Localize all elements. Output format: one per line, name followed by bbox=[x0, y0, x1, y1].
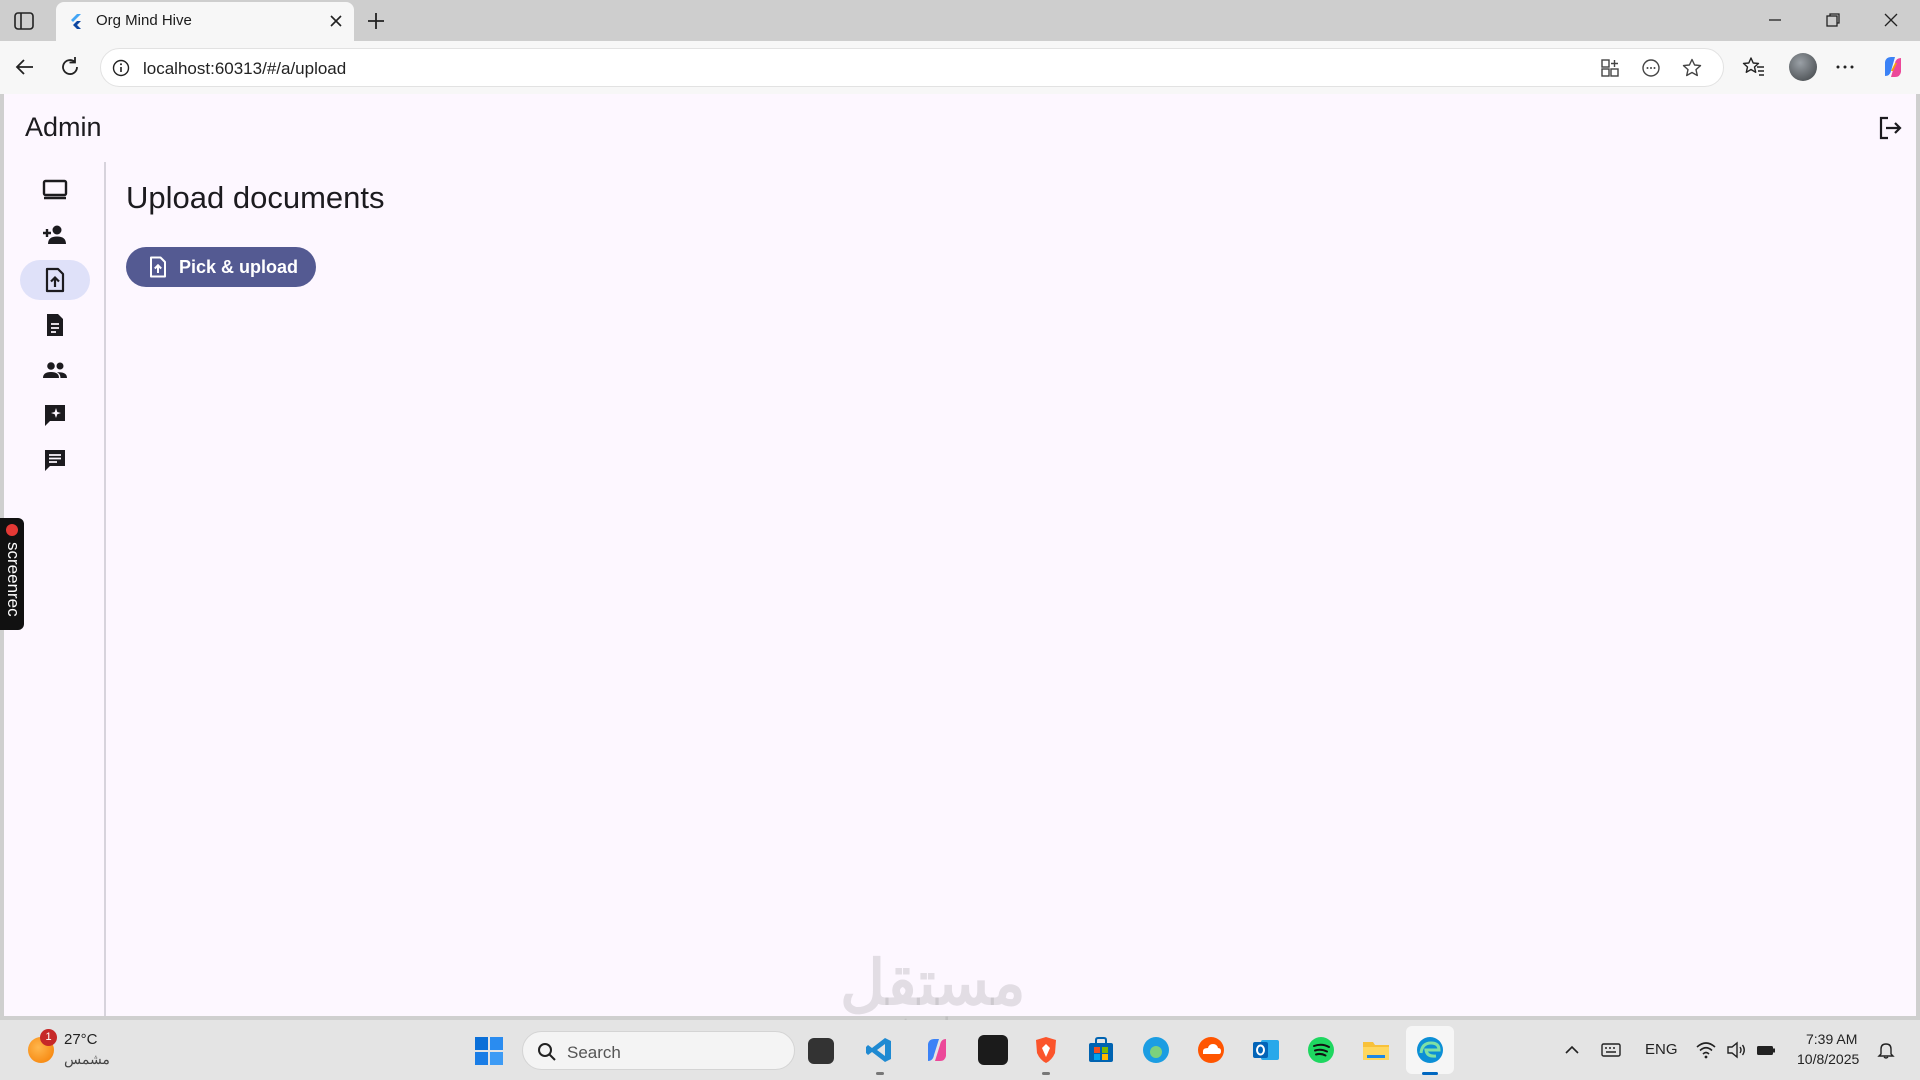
browser-tab[interactable]: Org Mind Hive bbox=[56, 2, 354, 41]
close-window-icon[interactable] bbox=[1879, 8, 1903, 32]
pick-upload-button[interactable]: Pick & upload bbox=[126, 247, 316, 287]
record-icon bbox=[6, 524, 18, 536]
battery-icon[interactable] bbox=[1756, 1040, 1776, 1060]
language-indicator[interactable]: ENG bbox=[1645, 1041, 1678, 1058]
notification-bell-icon[interactable] bbox=[1876, 1040, 1896, 1060]
favorites-icon[interactable] bbox=[1741, 54, 1767, 80]
rail-item-users[interactable] bbox=[20, 350, 90, 390]
app-title: Admin bbox=[25, 112, 102, 142]
search-icon bbox=[538, 1043, 556, 1061]
flutter-icon bbox=[71, 14, 81, 29]
weather-temperature[interactable]: 27°C bbox=[64, 1031, 98, 1048]
people-icon bbox=[43, 362, 67, 378]
wifi-icon[interactable] bbox=[1696, 1040, 1716, 1060]
site-info-icon[interactable] bbox=[111, 58, 131, 78]
screenrec-widget[interactable]: screenrec bbox=[0, 518, 24, 630]
file-explorer-icon[interactable] bbox=[1361, 1035, 1391, 1065]
page-title: Upload documents bbox=[126, 180, 385, 215]
rail-item-documents[interactable] bbox=[20, 305, 90, 345]
back-icon[interactable] bbox=[12, 54, 38, 80]
rail-item-ai-chat[interactable] bbox=[20, 395, 90, 435]
keyboard-icon[interactable] bbox=[1601, 1040, 1621, 1060]
person-add-icon bbox=[43, 225, 66, 244]
microsoft-store-icon[interactable] bbox=[1086, 1035, 1116, 1065]
more-options-circle-icon[interactable] bbox=[1640, 57, 1662, 79]
main-content: Upload documents Pick & upload bbox=[106, 162, 1916, 1016]
clock-date[interactable]: 10/8/2025 bbox=[1797, 1051, 1859, 1067]
screenrec-label: screenrec bbox=[4, 542, 23, 617]
browser-toolbar: localhost:60313/#/a/upload bbox=[0, 41, 1920, 94]
feedback-icon bbox=[45, 405, 65, 426]
browser-tab-bar: Org Mind Hive bbox=[0, 0, 1920, 41]
tab-title: Org Mind Hive bbox=[96, 12, 192, 29]
upload-file-icon bbox=[150, 256, 166, 278]
weather-notification-badge: 1 bbox=[40, 1029, 57, 1046]
close-icon[interactable] bbox=[328, 13, 344, 29]
running-indicator bbox=[876, 1072, 884, 1075]
copilot-app-icon[interactable] bbox=[922, 1035, 952, 1065]
edge-icon[interactable] bbox=[1415, 1035, 1445, 1065]
windows-taskbar: 1 27°C مشمس Search ENG 7:39 AM 10/8/2025 bbox=[0, 1020, 1920, 1080]
upload-file-icon bbox=[45, 267, 65, 293]
web-app: Admin Upload documents Pick & upload bbox=[4, 94, 1916, 1016]
spotify-icon[interactable] bbox=[1306, 1035, 1336, 1065]
task-view-icon[interactable] bbox=[808, 1038, 834, 1064]
search-placeholder: Search bbox=[567, 1043, 621, 1062]
new-tab-icon[interactable] bbox=[364, 9, 388, 33]
outlook-icon[interactable] bbox=[1251, 1035, 1281, 1065]
rail-item-add-user[interactable] bbox=[20, 215, 90, 255]
document-icon bbox=[47, 314, 63, 336]
monitor-icon bbox=[42, 179, 68, 200]
sidebar-toggle-icon[interactable] bbox=[13, 10, 35, 32]
edge-beta-icon[interactable] bbox=[1141, 1035, 1171, 1065]
app-available-icon[interactable] bbox=[1599, 57, 1621, 79]
chevron-up-icon[interactable] bbox=[1562, 1040, 1582, 1060]
minimize-icon[interactable] bbox=[1763, 8, 1787, 32]
rail-item-dashboard[interactable] bbox=[20, 170, 90, 210]
logout-icon[interactable] bbox=[1876, 114, 1904, 142]
pick-upload-label: Pick & upload bbox=[179, 257, 299, 277]
brave-icon[interactable] bbox=[1031, 1035, 1061, 1065]
volume-icon[interactable] bbox=[1726, 1040, 1746, 1060]
refresh-icon[interactable] bbox=[57, 54, 83, 80]
chat-icon bbox=[45, 450, 65, 471]
copilot-icon[interactable] bbox=[1880, 54, 1906, 80]
rail-item-upload[interactable] bbox=[20, 260, 90, 300]
watermark: مستقل bbox=[840, 949, 1026, 1018]
weather-condition[interactable]: مشمس bbox=[64, 1051, 110, 1068]
url-text[interactable]: localhost:60313/#/a/upload bbox=[143, 59, 346, 79]
running-indicator bbox=[1042, 1072, 1050, 1075]
app-bar: Admin bbox=[4, 94, 1916, 162]
profile-avatar[interactable] bbox=[1789, 53, 1817, 81]
favorite-star-icon[interactable] bbox=[1681, 57, 1703, 79]
rail-item-messages[interactable] bbox=[20, 440, 90, 480]
more-icon[interactable] bbox=[1832, 54, 1858, 80]
clock-time[interactable]: 7:39 AM bbox=[1806, 1031, 1857, 1047]
capcut-icon[interactable] bbox=[978, 1035, 1008, 1065]
taskbar-search[interactable]: Search bbox=[522, 1031, 795, 1070]
restore-icon[interactable] bbox=[1821, 8, 1845, 32]
address-bar[interactable]: localhost:60313/#/a/upload bbox=[100, 48, 1724, 87]
windows-start-icon[interactable] bbox=[474, 1036, 504, 1066]
active-indicator bbox=[1422, 1072, 1438, 1075]
soundcloud-icon[interactable] bbox=[1196, 1035, 1226, 1065]
vscode-icon[interactable] bbox=[864, 1035, 894, 1065]
